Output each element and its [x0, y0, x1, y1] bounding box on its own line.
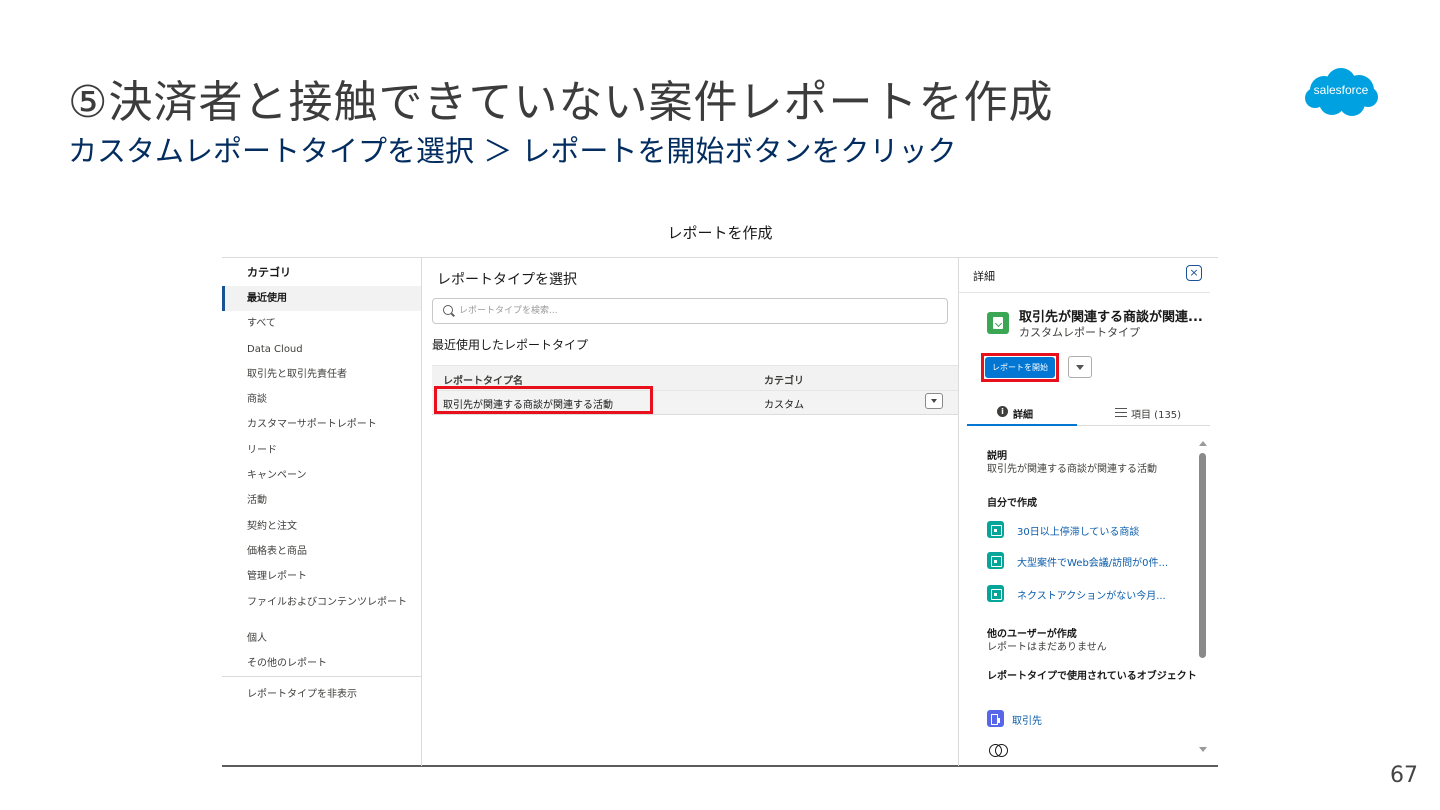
other-users-text: レポートはまだありません — [987, 642, 1107, 653]
category-item-campaigns[interactable]: キャンペーン — [222, 463, 421, 488]
objects-label: レポートタイプで使用されているオブジェクト — [987, 671, 1197, 682]
modal-title: レポートを作成 — [667, 224, 773, 242]
report-type-title: 取引先が関連する商談が関連... — [1019, 310, 1203, 325]
my-report-link[interactable]: 30日以上停滞している商談 — [987, 521, 1197, 539]
tab-fields-label: 項目 (135) — [1131, 410, 1182, 421]
category-list: 最近使用 すべて Data Cloud 取引先と取引先責任者 商談 カスタマーサ… — [222, 286, 421, 676]
start-options-dropdown-icon[interactable] — [1068, 356, 1092, 378]
report-type-kind: カスタムレポートタイプ — [1019, 326, 1140, 339]
my-reports-label: 自分で作成 — [987, 498, 1037, 509]
report-type-panel: レポートタイプを選択 最近使用したレポートタイプ レポートタイプ名 カテゴリ 取… — [422, 258, 958, 766]
hide-report-types-link[interactable]: レポートタイプを非表示 — [222, 676, 421, 700]
my-report-link[interactable]: ネクストアクションがない今月... — [987, 585, 1197, 603]
report-icon — [987, 585, 1004, 602]
search-icon — [443, 305, 453, 315]
column-header-category[interactable]: カテゴリ — [764, 372, 804, 387]
account-icon — [987, 710, 1004, 727]
description-text: 取引先が関連する商談が関連する活動 — [987, 464, 1157, 475]
report-icon — [987, 521, 1004, 538]
column-header-name[interactable]: レポートタイプ名 — [443, 372, 523, 387]
category-item-accounts-contacts[interactable]: 取引先と取引先責任者 — [222, 362, 421, 387]
details-heading: 詳細 — [973, 270, 995, 283]
tab-details[interactable]: i 詳細 — [967, 400, 1077, 426]
page-number: 67 — [1390, 763, 1418, 788]
row-actions-dropdown-icon[interactable] — [925, 393, 943, 409]
details-panel: 詳細 × 取引先が関連する商談が関連... カスタムレポートタイプ レポートを開… — [958, 258, 1218, 766]
category-panel: カテゴリ 最近使用 すべて Data Cloud 取引先と取引先責任者 商談 カ… — [222, 258, 422, 766]
tab-fields[interactable]: 項目 (135) — [1077, 400, 1210, 426]
my-report-name: ネクストアクションがない今月... — [1017, 591, 1166, 602]
category-item-files-content[interactable]: ファイルおよびコンテンツレポート — [222, 590, 407, 626]
slide-subtitle: カスタムレポートタイプを選択 ＞ レポートを開始ボタンをクリック — [68, 134, 957, 168]
category-item-all[interactable]: すべて — [222, 311, 421, 336]
category-item-leads[interactable]: リード — [222, 438, 421, 463]
category-item-recent[interactable]: 最近使用 — [222, 286, 421, 312]
category-item-price-books[interactable]: 価格表と商品 — [222, 539, 421, 564]
divider — [959, 292, 1210, 293]
report-type-search-input[interactable] — [459, 302, 939, 320]
object-link-account[interactable]: 取引先 — [1012, 712, 1042, 727]
start-report-button[interactable]: レポートを開始 — [985, 357, 1055, 378]
tab-details-label: 詳細 — [1013, 410, 1033, 421]
category-item-customer-support[interactable]: カスタマーサポートレポート — [222, 412, 421, 437]
category-item-opportunities[interactable]: 商談 — [222, 387, 421, 412]
recent-types-heading: 最近使用したレポートタイプ — [432, 338, 589, 352]
scrollbar-thumb[interactable] — [1199, 453, 1206, 658]
my-report-link[interactable]: 大型案件でWeb会議/訪問が0件... — [987, 552, 1197, 570]
highlight-box: レポートを開始 — [981, 353, 1059, 382]
list-icon — [1115, 408, 1127, 417]
category-item-data-cloud[interactable]: Data Cloud — [222, 337, 421, 362]
my-report-name: 30日以上停滞している商談 — [1017, 527, 1140, 538]
info-icon: i — [997, 406, 1008, 417]
related-objects-icon — [987, 744, 1009, 757]
report-type-search[interactable] — [432, 298, 948, 324]
category-heading: カテゴリ — [247, 266, 291, 279]
category-item-activities[interactable]: 活動 — [222, 488, 421, 513]
salesforce-logo: salesforce — [1302, 66, 1380, 120]
slide-title: ⑤決済者と接触できていない案件レポートを作成 — [68, 77, 1054, 128]
category-item-admin-reports[interactable]: 管理レポート — [222, 564, 421, 589]
scroll-down-arrow[interactable] — [1199, 747, 1207, 752]
close-icon[interactable]: × — [1186, 265, 1202, 281]
modal-body: カテゴリ 最近使用 すべて Data Cloud 取引先と取引先責任者 商談 カ… — [222, 257, 1218, 767]
row-report-type-name[interactable]: 取引先が関連する商談が関連する活動 — [443, 396, 613, 411]
row-category: カスタム — [764, 400, 804, 411]
logo-text: salesforce — [1313, 83, 1369, 97]
report-type-heading: レポートタイプを選択 — [437, 272, 577, 288]
category-item-other[interactable]: その他のレポート — [222, 651, 421, 676]
category-item-individual[interactable]: 個人 — [222, 626, 421, 651]
category-item-contracts-orders[interactable]: 契約と注文 — [222, 514, 421, 539]
scroll-up-arrow[interactable] — [1199, 441, 1207, 446]
report-type-icon — [987, 312, 1009, 334]
my-report-name: 大型案件でWeb会議/訪問が0件... — [1017, 558, 1169, 569]
create-report-modal: レポートを作成 カテゴリ 最近使用 すべて Data Cloud 取引先と取引先… — [222, 210, 1218, 767]
report-icon — [987, 552, 1004, 569]
table-row[interactable]: 取引先が関連する商談が関連する活動 カスタム — [432, 386, 958, 415]
